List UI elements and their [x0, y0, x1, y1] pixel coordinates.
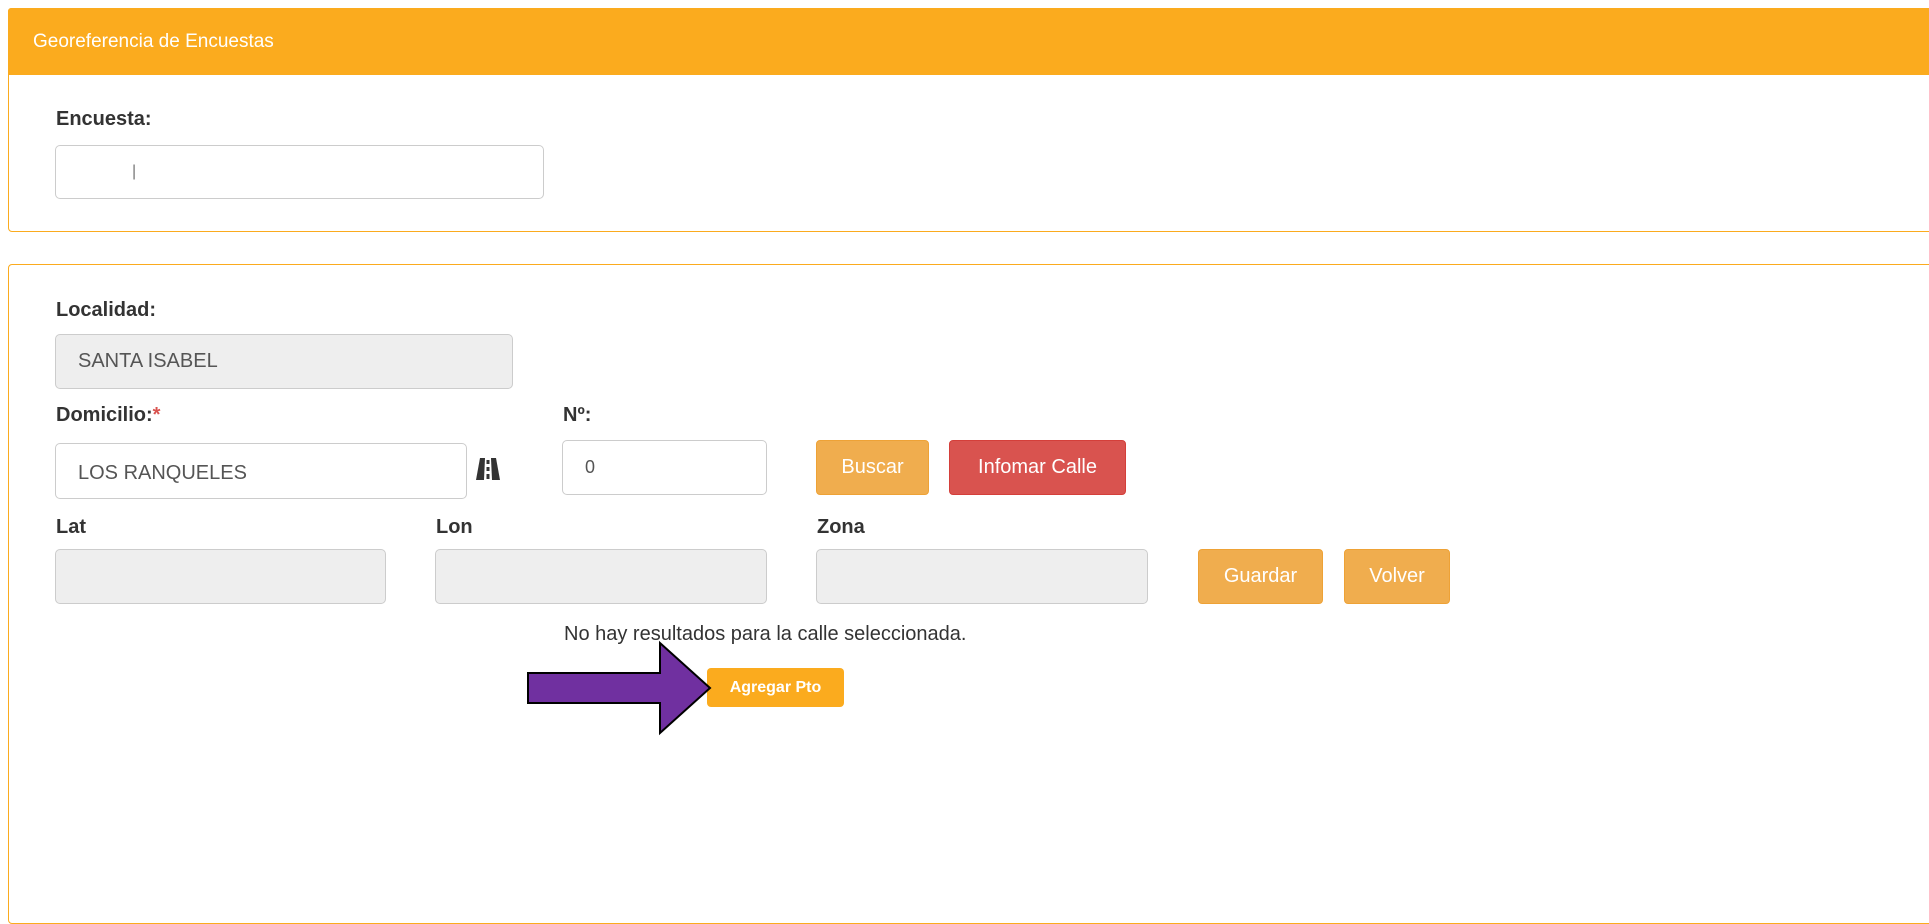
domicilio-value: LOS RANQUELES	[78, 461, 247, 484]
annotation-arrow-icon	[520, 640, 720, 760]
domicilio-input[interactable]: LOS RANQUELES	[55, 443, 467, 499]
agregar-pto-button[interactable]: Agregar Pto	[707, 668, 844, 707]
guardar-button[interactable]: Guardar	[1198, 549, 1323, 604]
localidad-label: Localidad:	[56, 299, 157, 321]
buscar-button[interactable]: Buscar	[816, 440, 929, 495]
lon-label: Lon	[436, 516, 473, 538]
encuesta-input[interactable]: |	[55, 145, 544, 199]
zona-field	[816, 549, 1148, 604]
lat-field	[55, 549, 386, 604]
encuesta-label: Encuesta:	[56, 108, 152, 130]
localidad-value: SANTA ISABEL	[78, 350, 218, 372]
zona-label: Zona	[817, 516, 865, 538]
numero-input[interactable]: 0	[562, 440, 767, 495]
panel-title: Georeferencia de Encuestas	[8, 8, 1929, 75]
lat-label: Lat	[56, 516, 86, 538]
road-icon[interactable]	[473, 454, 503, 484]
domicilio-label: Domicilio:*	[56, 404, 160, 427]
informar-calle-button[interactable]: Infomar Calle	[949, 440, 1126, 495]
domicilio-label-text: Domicilio:	[56, 404, 153, 426]
numero-value: 0	[585, 457, 596, 477]
lon-field	[435, 549, 767, 604]
encuesta-value: |	[132, 163, 137, 180]
volver-button[interactable]: Volver	[1344, 549, 1450, 604]
numero-label: Nº:	[563, 404, 592, 426]
localidad-field: SANTA ISABEL	[55, 334, 513, 389]
required-mark: *	[152, 404, 161, 426]
